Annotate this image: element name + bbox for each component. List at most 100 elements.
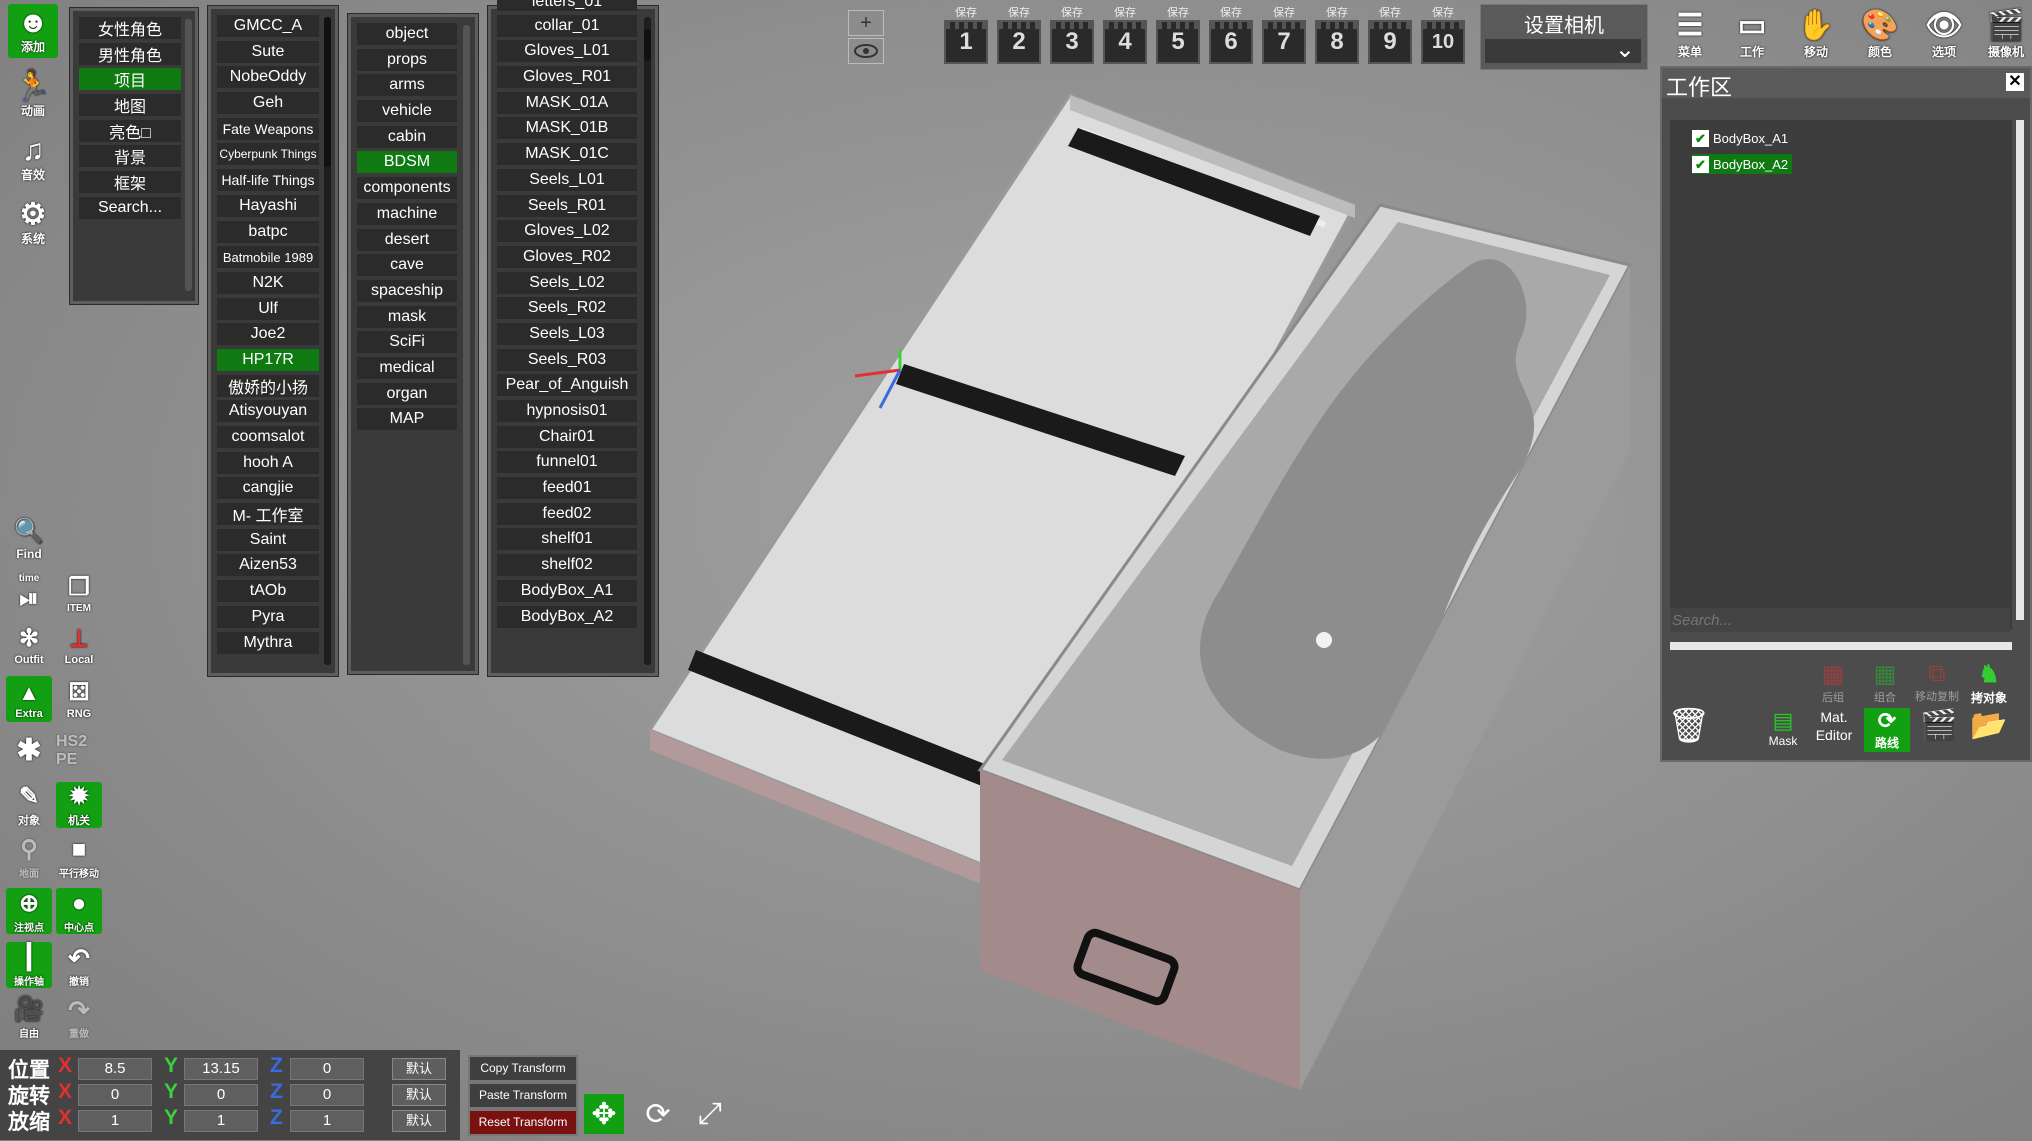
scale-default-button[interactable]: 默认 <box>392 1110 446 1132</box>
route-button[interactable]: ⟳ 路线 <box>1864 708 1910 752</box>
item-entry[interactable]: Chair01 <box>497 425 637 448</box>
item-entry[interactable]: Seels_L02 <box>497 271 637 294</box>
save-slot[interactable]: 保存 8 <box>1315 4 1359 68</box>
creator-item[interactable]: N2K <box>217 271 319 294</box>
item-entry[interactable]: feed02 <box>497 502 637 525</box>
item-entry[interactable]: Gloves_R02 <box>497 245 637 268</box>
paste-transform-button[interactable]: Paste Transform <box>468 1082 578 1109</box>
item-entry[interactable]: Seels_R02 <box>497 297 637 320</box>
camera-dropdown[interactable]: ⌄ <box>1485 36 1641 63</box>
creator-item[interactable]: coomsalot <box>217 426 319 448</box>
category-item-male[interactable]: 男性角色 <box>79 42 181 65</box>
rotation-x-field[interactable]: 0 <box>78 1084 152 1106</box>
work-button[interactable]: ▭ 工作 <box>1724 6 1780 60</box>
close-icon[interactable]: ✕ <box>2006 73 2024 91</box>
pose-button[interactable]: ✱ <box>6 728 52 774</box>
hs2pe-button[interactable]: HS2 PE <box>56 728 102 774</box>
redo-button[interactable]: ↷ 重做 <box>56 994 102 1040</box>
item-entry[interactable]: Seels_R01 <box>497 194 637 217</box>
checkbox-checked-icon[interactable]: ✔ <box>1692 129 1709 147</box>
item-entry[interactable]: shelf01 <box>497 528 637 551</box>
creator-item[interactable]: Joe2 <box>217 323 319 346</box>
creator-item[interactable]: Ulf <box>217 297 319 320</box>
system-button[interactable]: ⚙ 系统 <box>8 196 58 250</box>
rotation-z-field[interactable]: 0 <box>290 1084 364 1106</box>
group-item[interactable]: object <box>357 23 457 45</box>
save-slot[interactable]: 保存 4 <box>1103 4 1147 68</box>
animation-button[interactable]: 🏃 动画 <box>8 68 58 122</box>
ground-button[interactable]: ⚲ 地面 <box>6 834 52 880</box>
category-scroll-thumb[interactable] <box>185 19 192 291</box>
item-entry[interactable]: Seels_L01 <box>497 168 637 191</box>
creator-item[interactable]: cangjie <box>217 477 319 500</box>
creator-item[interactable]: Cyberpunk Things <box>217 143 319 166</box>
creator-item[interactable]: Aizen53 <box>217 554 319 577</box>
viewport-3d[interactable] <box>640 90 1640 1110</box>
item-entry[interactable]: collar_01 <box>497 14 637 37</box>
creator-item[interactable]: Batmobile 1989 <box>217 246 319 269</box>
creator-item[interactable]: Sute <box>217 40 319 63</box>
mask-button[interactable]: ▤ Mask <box>1760 708 1806 752</box>
menu-button[interactable]: ☰ 菜单 <box>1662 6 1718 60</box>
reset-transform-button[interactable]: Reset Transform <box>468 1109 578 1136</box>
add-button[interactable]: ☻ 添加 <box>8 4 58 58</box>
creator-item[interactable]: tAOb <box>217 580 319 603</box>
zoom-plus-button[interactable]: + <box>848 10 884 36</box>
item-entry[interactable]: BodyBox_A2 <box>497 605 637 628</box>
extra-button[interactable]: ▲ Extra <box>6 676 52 722</box>
category-item-map[interactable]: 地图 <box>79 94 181 117</box>
group-item[interactable]: mask <box>357 305 457 328</box>
outfit-button[interactable]: ✻ Outfit <box>6 622 52 668</box>
save-slot[interactable]: 保存 2 <box>997 4 1041 68</box>
group-scrollbar[interactable] <box>463 25 470 665</box>
workspace-vscroll[interactable] <box>2016 120 2024 620</box>
folder-button[interactable]: 📂 <box>1966 708 2012 752</box>
creator-item-selected[interactable]: HP17R <box>217 348 319 371</box>
item-button[interactable]: ❐ ITEM <box>56 570 102 616</box>
creator-item[interactable]: Hayashi <box>217 194 319 217</box>
center-point-button[interactable]: ● 中心点 <box>56 888 102 934</box>
group-item[interactable]: spaceship <box>357 279 457 302</box>
category-item-background[interactable]: 背景 <box>79 145 181 168</box>
group-scroll-thumb[interactable] <box>463 25 470 665</box>
creator-item[interactable]: batpc <box>217 220 319 243</box>
category-item-items[interactable]: 项目 <box>79 68 181 91</box>
creator-item[interactable]: NobeOddy <box>217 66 319 89</box>
creator-item[interactable]: Mythra <box>217 631 319 654</box>
local-button[interactable]: ⟂ Local <box>56 622 102 668</box>
move-gizmo-button[interactable]: ✥ <box>584 1094 624 1134</box>
group-button[interactable]: ▦ 组合 <box>1862 660 1908 704</box>
copy-object-button[interactable]: ♞ 拷对象 <box>1964 660 2014 705</box>
creator-item[interactable]: Geh <box>217 92 319 115</box>
gaze-point-button[interactable]: ⊕ 注视点 <box>6 888 52 934</box>
creator-item[interactable]: 傲娇的小扬 <box>217 374 319 397</box>
group-item[interactable]: arms <box>357 74 457 97</box>
group-item[interactable]: desert <box>357 228 457 251</box>
save-slot[interactable]: 保存 7 <box>1262 4 1306 68</box>
group-item[interactable]: MAP <box>357 408 457 431</box>
move-copy-button[interactable]: ⧉ 移动复制 <box>1914 660 1960 704</box>
move-button[interactable]: ✋ 移动 <box>1788 6 1844 60</box>
item-entry[interactable]: hypnosis01 <box>497 400 637 422</box>
scale-gizmo-button[interactable]: ⤢ <box>690 1094 730 1134</box>
item-entry[interactable]: Seels_L03 <box>497 322 637 345</box>
item-entry[interactable]: MASK_01C <box>497 143 637 166</box>
category-scrollbar[interactable] <box>185 19 192 291</box>
creator-item[interactable]: hooh A <box>217 451 319 474</box>
item-entry[interactable]: shelf02 <box>497 554 637 577</box>
rotate-gizmo-button[interactable]: ⟳ <box>638 1094 678 1134</box>
rng-button[interactable]: ⚄ RNG <box>56 676 102 722</box>
position-x-field[interactable]: 8.5 <box>78 1058 152 1080</box>
group-item[interactable]: organ <box>357 382 457 405</box>
creator-item[interactable]: Saint <box>217 528 319 551</box>
save-slot[interactable]: 保存 9 <box>1368 4 1412 68</box>
sound-button[interactable]: ♫ 音效 <box>8 132 58 186</box>
save-slot[interactable]: 保存 1 <box>944 4 988 68</box>
item-entry[interactable]: Pear_of_Anguish <box>497 374 637 397</box>
save-slot[interactable]: 保存 3 <box>1050 4 1094 68</box>
group-item[interactable]: cave <box>357 254 457 277</box>
rotation-y-field[interactable]: 0 <box>184 1084 258 1106</box>
item-entry[interactable]: funnel01 <box>497 451 637 474</box>
item-entry[interactable]: feed01 <box>497 477 637 500</box>
operate-axis-button[interactable]: ┃ 操作轴 <box>6 942 52 988</box>
